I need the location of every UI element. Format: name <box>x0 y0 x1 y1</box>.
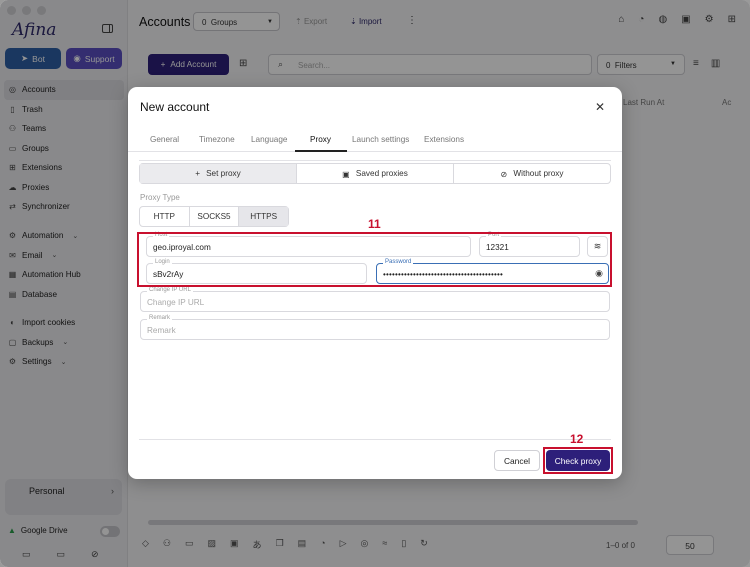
tab-language[interactable]: Language <box>251 135 287 144</box>
plus-icon: + <box>195 169 201 178</box>
proxy-type-http[interactable]: HTTP <box>140 207 190 226</box>
dialog-title: New account <box>140 100 210 114</box>
annotation-box-fields <box>137 232 612 287</box>
save-icon: ▣ <box>342 169 350 179</box>
without-proxy-option[interactable]: ⊘ Without proxy <box>454 164 610 183</box>
dialog-tabs: General Timezone Language Proxy Launch s… <box>128 127 622 152</box>
change-ip-label: Change IP URL <box>147 287 193 293</box>
tab-proxy[interactable]: Proxy <box>310 135 331 144</box>
proxy-tab-content: + Set proxy ▣ Saved proxies ⊘ Without proxy… <box>137 160 612 440</box>
proxy-type-selector: HTTP SOCKS5 HTTPS <box>139 206 289 227</box>
proxy-type-https[interactable]: HTTPS <box>239 207 289 226</box>
change-ip-url-field[interactable]: Change IP URL Change IP URL <box>140 287 610 312</box>
ban-icon: ⊘ <box>500 169 508 179</box>
annotation-box-check-proxy <box>543 447 613 474</box>
proxy-mode-selector: + Set proxy ▣ Saved proxies ⊘ Without proxy <box>139 163 611 184</box>
tab-timezone[interactable]: Timezone <box>199 135 235 144</box>
remark-placeholder: Remark <box>147 326 176 335</box>
set-proxy-option[interactable]: + Set proxy <box>140 164 297 183</box>
proxy-type-label: Proxy Type <box>140 193 180 202</box>
tab-general[interactable]: General <box>150 135 179 144</box>
new-account-dialog: New account ✕ General Timezone Language … <box>128 87 622 479</box>
saved-proxies-option[interactable]: ▣ Saved proxies <box>297 164 454 183</box>
cancel-button[interactable]: Cancel <box>494 450 540 471</box>
remark-label: Remark <box>147 315 173 321</box>
tab-launch-settings[interactable]: Launch settings <box>352 135 409 144</box>
remark-field[interactable]: Remark Remark <box>140 315 610 340</box>
saved-proxies-label: Saved proxies <box>355 169 408 178</box>
active-tab-indicator <box>295 150 347 152</box>
close-icon[interactable]: ✕ <box>595 100 605 114</box>
without-proxy-label: Without proxy <box>513 169 564 178</box>
change-ip-placeholder: Change IP URL <box>147 298 205 307</box>
annotation-number-11: 11 <box>368 217 381 231</box>
app-window: Afina ➤ Bot ◉ Support ◎ Accounts ▯ Trash ⚇… <box>0 0 750 567</box>
tab-extensions[interactable]: Extensions <box>424 135 464 144</box>
set-proxy-label: Set proxy <box>206 169 241 178</box>
proxy-type-socks5[interactable]: SOCKS5 <box>190 207 240 226</box>
annotation-number-12: 12 <box>570 432 584 446</box>
